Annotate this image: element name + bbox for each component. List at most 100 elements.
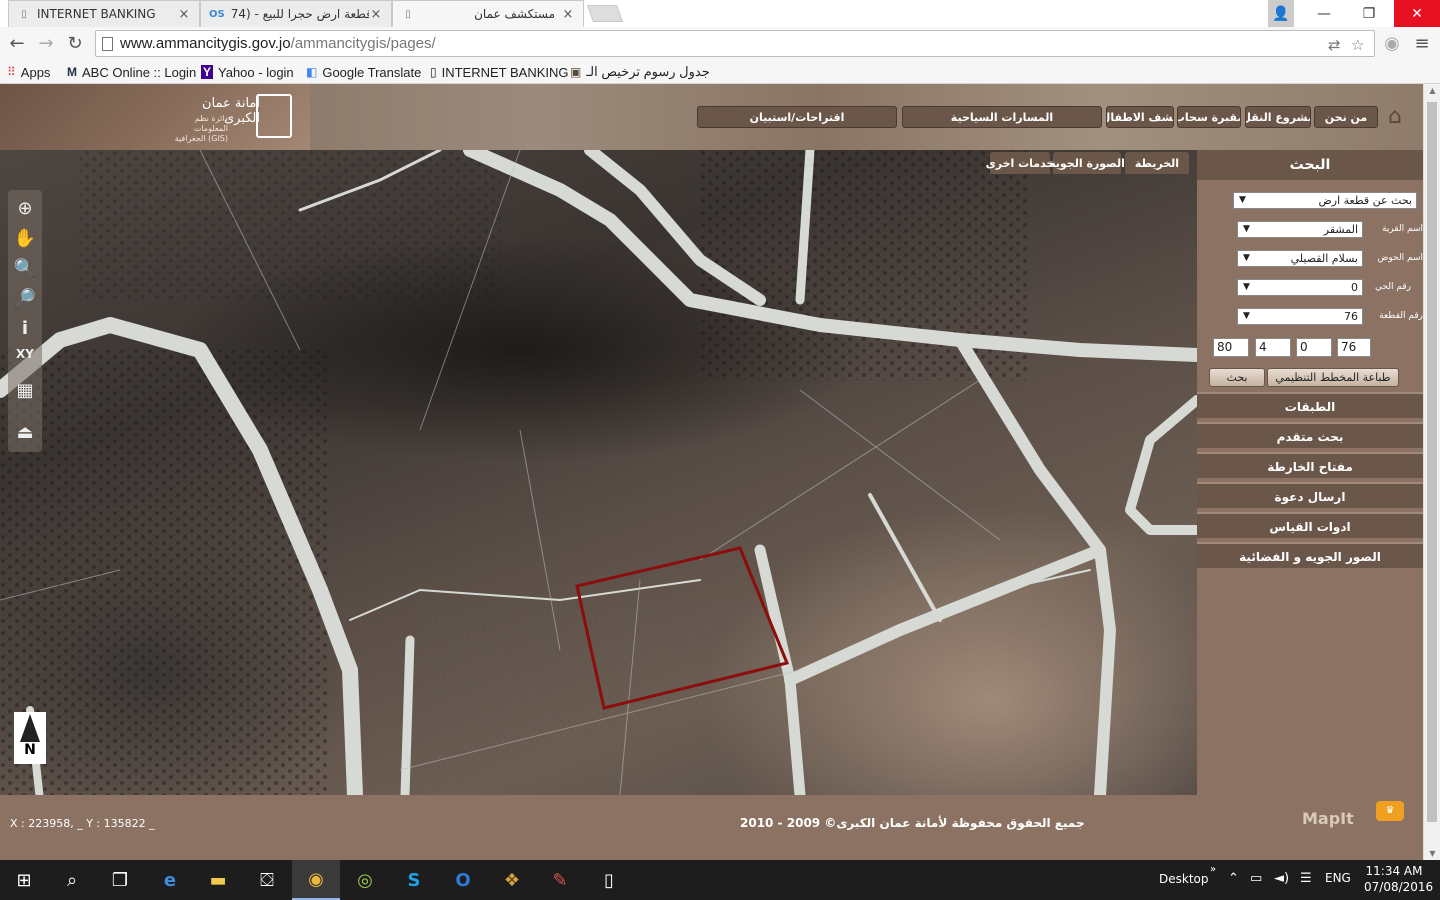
select-value: بسلام القصيلي [1290, 252, 1358, 265]
collapse-tool-icon[interactable]: ⏏ [10, 418, 40, 446]
section-measure-tools[interactable]: ادوات القياس [1197, 512, 1423, 538]
tab-map[interactable]: الخريطة [1125, 152, 1189, 174]
bookmark-label: جدول رسوم ترخيص الـ [586, 64, 710, 79]
scroll-down-icon[interactable]: ▼ [1424, 849, 1440, 858]
basin-select[interactable]: بسلام القصيلي ▼ [1237, 250, 1363, 267]
store-icon[interactable]: ⛋ [243, 860, 291, 900]
reload-icon[interactable]: ↻ [63, 31, 87, 55]
scroll-thumb[interactable] [1427, 102, 1437, 822]
tab-close-icon[interactable]: × [561, 7, 575, 22]
info-tool-icon[interactable]: i [10, 314, 40, 342]
tab-other-services[interactable]: خدمات اخرى [986, 152, 1054, 174]
district-select[interactable]: 0 ▼ [1237, 279, 1363, 296]
minimize-icon[interactable]: — [1304, 0, 1344, 27]
menu-icon[interactable]: ≡ [1410, 31, 1434, 55]
tab-close-icon[interactable]: × [369, 7, 383, 22]
bookmark-apps[interactable]: ⠿ Apps [7, 62, 50, 82]
desktop-toolbar-label[interactable]: Desktop [1159, 872, 1209, 886]
home-icon[interactable]: ⌂ [1382, 104, 1408, 129]
bookmark-google-translate[interactable]: ◧ Google Translate [306, 62, 421, 82]
task-view-icon[interactable]: ❐ [96, 860, 144, 900]
nav-about-us[interactable]: من نحن [1314, 106, 1378, 128]
bookmark-abc-online[interactable]: M ABC Online :: Login [67, 62, 196, 82]
amman-logo[interactable]: أمانة عمان الكبرى دائرة نظم المعلومات ال… [0, 84, 310, 150]
scroll-up-icon[interactable]: ▲ [1424, 86, 1440, 95]
print-plan-button[interactable]: طباعة المخطط التنظيمي [1267, 368, 1399, 387]
app-icon[interactable]: ❖ [488, 860, 536, 900]
chrome-icon[interactable]: ◉ [292, 860, 340, 900]
chevron-up-icon[interactable]: ⌃ [1228, 871, 1239, 886]
browser-toolbar: ← → ↻ www.ammancitygis.gov.jo/ammancityg… [0, 27, 1440, 60]
bookmark-internet-banking[interactable]: ▯ INTERNET BANKING [430, 62, 569, 82]
extension-icon[interactable]: ◉ [1380, 31, 1404, 55]
number-field[interactable]: 80 [1213, 338, 1249, 357]
zoom-in-tool-icon[interactable]: 🔍 [10, 254, 40, 282]
skype-icon[interactable]: S [390, 860, 438, 900]
full-extent-tool-icon[interactable]: ⊕ [10, 194, 40, 222]
forward-arrow-icon[interactable]: → [34, 31, 58, 55]
number-field[interactable]: 4 [1255, 338, 1291, 357]
zoom-out-tool-icon[interactable]: 🔎 [10, 284, 40, 312]
user-profile-icon[interactable]: 👤 [1268, 0, 1294, 27]
file-explorer-icon[interactable]: ▬ [194, 860, 242, 900]
page-icon: ▯ [405, 8, 411, 20]
document-icon[interactable]: ▯ [585, 860, 633, 900]
system-clock[interactable]: 11:34 AM 07/08/2016 [1364, 863, 1433, 895]
mapit-brand[interactable]: MapIt [1302, 809, 1354, 828]
section-aerial-satellite-images[interactable]: الصور الجويه و الفضائية [1197, 542, 1423, 568]
bookmark-star-icon[interactable]: ☆ [1351, 36, 1364, 54]
translate-icon[interactable]: ⇄ [1328, 36, 1341, 54]
bookmark-fees-table[interactable]: ▣ جدول رسوم ترخيص الـ [570, 62, 710, 82]
nav-kids[interactable]: كشف الاطفال [1106, 106, 1174, 128]
section-send-invitation[interactable]: ارسال دعوة [1197, 482, 1423, 508]
search-panel: البحث بحث عن قطعة ارض ▼ اسم القرية المشقر… [1197, 150, 1423, 795]
app-icon[interactable]: ✎ [536, 860, 584, 900]
bookmark-label: ABC Online :: Login [82, 64, 197, 80]
address-bar[interactable]: www.ammancitygis.gov.jo/ammancitygis/pag… [95, 30, 1375, 57]
parcel-select[interactable]: 76 ▼ [1237, 308, 1363, 325]
search-button[interactable]: بحث [1209, 368, 1265, 387]
edge-browser-icon[interactable]: e [146, 860, 194, 900]
restore-icon[interactable]: ❐ [1349, 0, 1389, 27]
notification-icon[interactable]: ☰ [1300, 871, 1312, 886]
mapit-logo-icon[interactable]: ♛ [1376, 801, 1404, 821]
xy-tool-icon[interactable]: XY [10, 340, 40, 368]
field-label: اسم القرية [1382, 224, 1423, 234]
yahoo-icon: Y [201, 65, 214, 79]
pan-hand-tool-icon[interactable]: ✋ [10, 224, 40, 252]
url-host: www.ammancitygis.gov.jo [120, 35, 291, 52]
tab-close-icon[interactable]: × [177, 7, 191, 22]
page-scrollbar[interactable]: ▲ ▼ [1423, 84, 1440, 860]
print-tool-icon[interactable]: ▦ [10, 376, 40, 404]
number-field[interactable]: 0 [1296, 338, 1332, 357]
search-type-select[interactable]: بحث عن قطعة ارض ▼ [1233, 192, 1417, 209]
aerial-map[interactable]: 3 الخريطة الصورة الجوية خدمات اخرى ⊕ ✋ 🔍… [0, 150, 1197, 795]
nav-tourist-routes[interactable]: المسارات السياحية [902, 106, 1102, 128]
start-windows-icon[interactable]: ⊞ [0, 860, 48, 900]
nav-transport-project[interactable]: مشروع النقل [1245, 106, 1311, 128]
browser-tab-active[interactable]: ▯ مستكشف عمان × [392, 0, 584, 27]
new-tab-button[interactable] [586, 5, 624, 22]
tab-aerial-photo[interactable]: الصورة الجوية [1049, 152, 1125, 174]
outlook-icon[interactable]: O [439, 860, 487, 900]
browser-tab[interactable]: OS قطعة ارض حجرا للبيع - (74 × [200, 0, 392, 27]
close-window-icon[interactable]: ✕ [1394, 0, 1440, 27]
search-icon[interactable]: ⌕ [48, 860, 96, 900]
section-layers[interactable]: الطبقات [1197, 392, 1423, 418]
nav-suggestions[interactable]: اقتراحات/استبيان [697, 106, 897, 128]
chevron-right-icon[interactable]: » [1210, 864, 1216, 875]
back-arrow-icon[interactable]: ← [5, 31, 29, 55]
select-value: بحث عن قطعة ارض [1318, 194, 1412, 207]
bookmark-yahoo[interactable]: Y Yahoo - login [201, 62, 294, 82]
app-icon[interactable]: ◎ [341, 860, 389, 900]
nav-sahab-cemetery[interactable]: مقبرة سحاب [1177, 106, 1241, 128]
number-field[interactable]: 76 [1337, 338, 1371, 357]
volume-icon[interactable]: ◄) [1274, 871, 1289, 886]
olive-grove [0, 350, 330, 795]
network-icon[interactable]: ▭ [1250, 871, 1262, 886]
section-map-legend[interactable]: مفتاح الخارطة [1197, 452, 1423, 478]
language-indicator[interactable]: ENG [1325, 871, 1351, 885]
village-select[interactable]: المشقر ▼ [1237, 221, 1363, 238]
section-advanced-search[interactable]: بحث متقدم [1197, 422, 1423, 448]
browser-tab[interactable]: ▯ INTERNET BANKING × [8, 0, 200, 27]
